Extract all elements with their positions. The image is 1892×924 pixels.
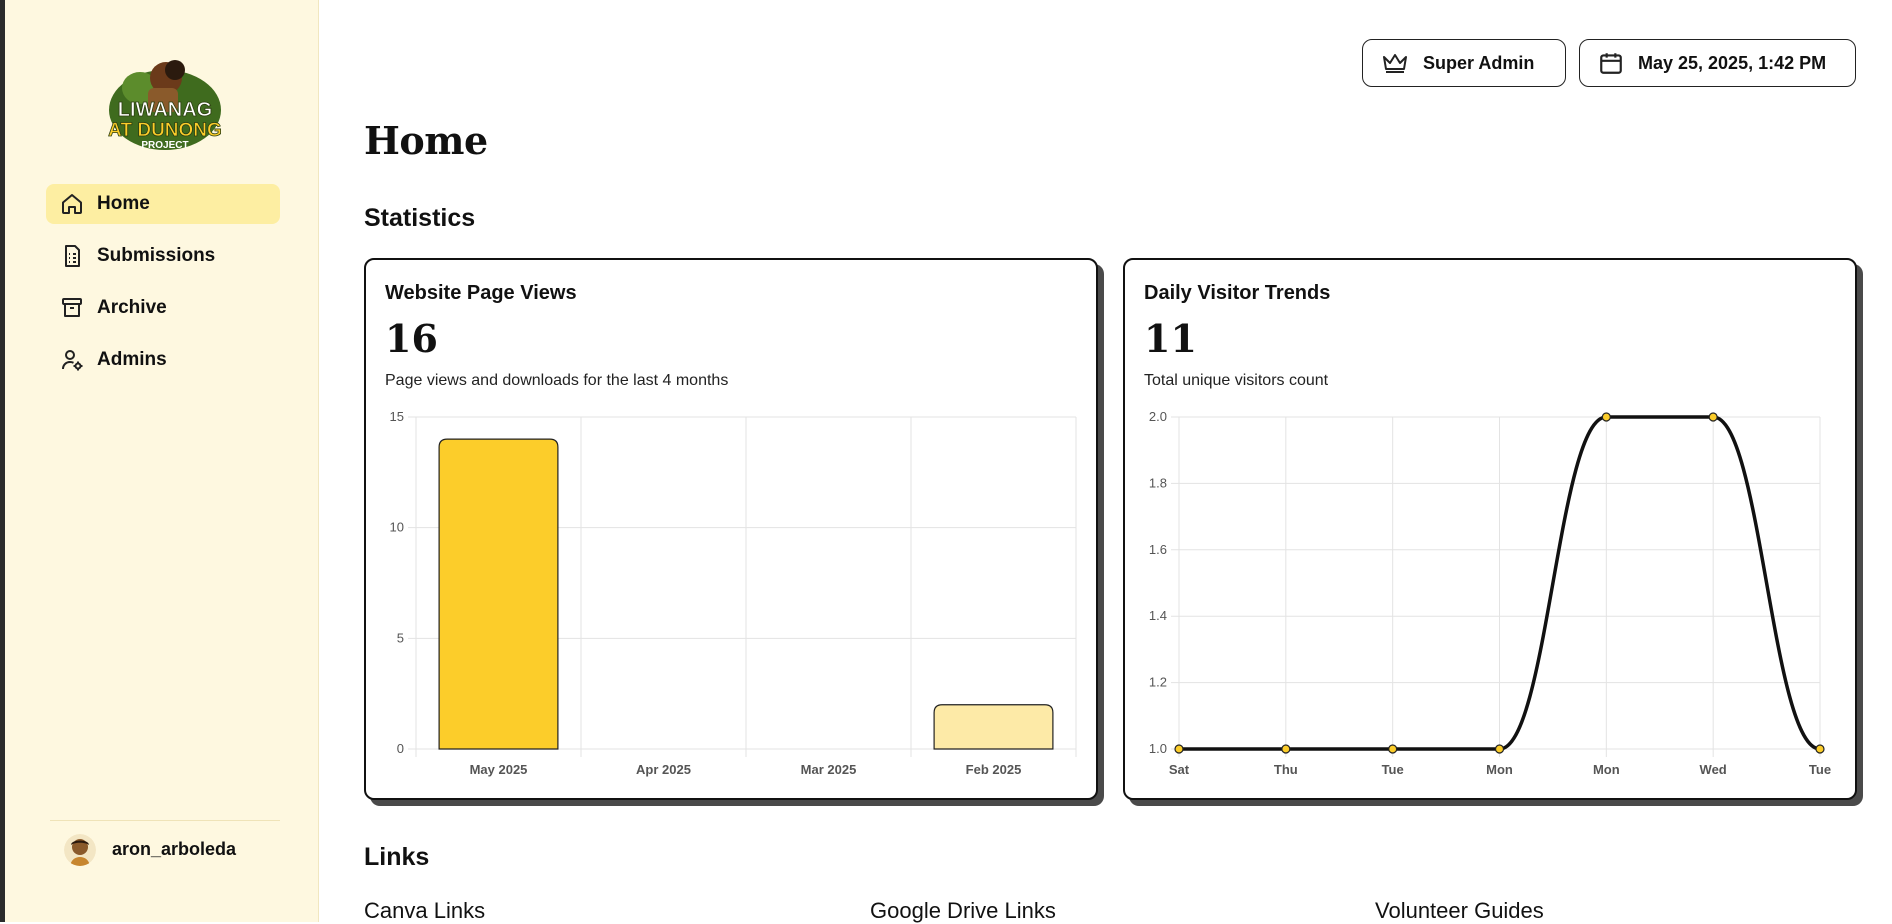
svg-text:AT DUNONG: AT DUNONG	[108, 120, 222, 141]
crown-icon	[1381, 51, 1409, 75]
svg-text:LIWANAG: LIWANAG	[118, 99, 212, 121]
canva-links-heading[interactable]: Canva Links	[364, 898, 485, 924]
sidebar-nav: Home Submissions Archive Admins	[46, 184, 280, 392]
avatar	[64, 833, 96, 866]
y-tick-label: 0	[397, 741, 404, 756]
x-tick-label: Tue	[1382, 762, 1404, 777]
x-tick-label: Thu	[1274, 762, 1298, 777]
datetime-button[interactable]: May 25, 2025, 1:42 PM	[1579, 39, 1856, 87]
y-tick-label: 10	[390, 520, 404, 535]
y-tick-label: 1.6	[1149, 542, 1167, 557]
sidebar-item-label: Home	[97, 193, 150, 214]
bar-feb-2025	[933, 704, 1054, 750]
x-tick-label: Tue	[1809, 762, 1831, 777]
y-tick-label: 1.8	[1149, 475, 1167, 490]
x-tick-label: May 2025	[470, 762, 528, 777]
data-point-mon	[1494, 744, 1505, 754]
volunteer-guides-heading[interactable]: Volunteer Guides	[1375, 898, 1544, 924]
page-views-bar-chart: 0 5 10 15 May 2025 Apr 2025 Mar 2025 Feb 2025	[390, 409, 1077, 777]
sidebar-item-label: Admins	[97, 349, 167, 370]
sidebar-item-label: Archive	[97, 297, 167, 318]
page-title: Home	[364, 118, 488, 163]
calendar-icon	[1598, 50, 1624, 76]
x-tick-label: Mon	[1486, 762, 1513, 777]
y-tick-label: 5	[397, 630, 404, 645]
home-icon	[60, 192, 84, 216]
data-point-tue	[1815, 744, 1825, 754]
links-heading: Links	[364, 843, 430, 871]
data-point-wed	[1708, 412, 1718, 422]
page-views-card: Website Page Views 16 Page views and dow…	[364, 258, 1098, 800]
archive-box-icon	[60, 296, 84, 320]
data-point-sat	[1174, 744, 1184, 754]
y-tick-label: 1.0	[1149, 741, 1167, 756]
sidebar-item-label: Submissions	[97, 245, 216, 266]
y-tick-label: 15	[390, 409, 404, 424]
sidebar-item-home[interactable]: Home	[46, 184, 280, 224]
bar-may-2025	[438, 438, 559, 750]
x-tick-label: Apr 2025	[636, 762, 691, 777]
x-tick-label: Sat	[1169, 762, 1190, 777]
brand-logo[interactable]: LIWANAG AT DUNONG PROJECT	[100, 48, 230, 158]
y-tick-label: 1.4	[1149, 608, 1167, 623]
statistics-heading: Statistics	[364, 204, 476, 232]
visitor-trends-card: Daily Visitor Trends 11 Total unique vis…	[1123, 258, 1857, 800]
x-tick-label: Mar 2025	[801, 762, 857, 777]
x-tick-label: Mon	[1593, 762, 1620, 777]
role-label: Super Admin	[1423, 52, 1535, 73]
document-list-icon	[60, 244, 84, 268]
x-tick-label: Feb 2025	[966, 762, 1022, 777]
role-button[interactable]: Super Admin	[1362, 39, 1566, 87]
sidebar-item-admins[interactable]: Admins	[46, 340, 280, 380]
google-drive-links-heading[interactable]: Google Drive Links	[870, 898, 1056, 924]
data-point-tue	[1388, 744, 1398, 754]
datetime-label: May 25, 2025, 1:42 PM	[1638, 52, 1827, 73]
x-tick-label: Wed	[1700, 762, 1727, 777]
user-gear-icon	[60, 348, 84, 372]
data-point-thu	[1281, 744, 1291, 754]
data-point-mon	[1601, 412, 1611, 422]
y-tick-label: 2.0	[1149, 409, 1167, 424]
username: aron_arboleda	[112, 839, 237, 859]
visitor-trends-line-chart: 1.0 1.2 1.4 1.6 1.8 2.0 Sat Thu Tue Mon Mon Wed Tue	[1149, 409, 1831, 777]
sidebar: LIWANAG AT DUNONG PROJECT Home Submissio…	[5, 0, 319, 922]
sidebar-item-archive[interactable]: Archive	[46, 288, 280, 328]
sidebar-item-submissions[interactable]: Submissions	[46, 236, 280, 276]
y-tick-label: 1.2	[1149, 675, 1167, 690]
user-profile[interactable]: aron_arboleda	[50, 820, 280, 878]
svg-text:PROJECT: PROJECT	[141, 140, 188, 151]
